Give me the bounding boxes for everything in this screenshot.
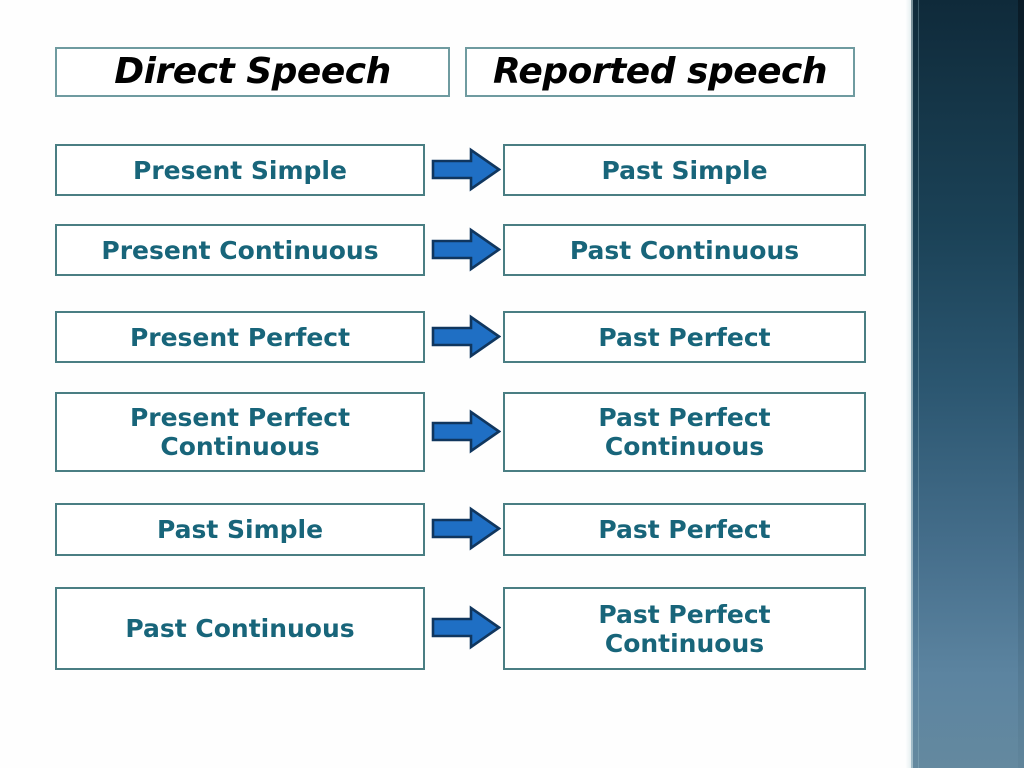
table-row-reported-cell: Past Perfect — [503, 503, 866, 556]
table-row-direct-cell: Present Perfect Continuous — [55, 392, 425, 472]
right-arrow-icon — [431, 147, 501, 192]
table-row-reported-cell: Past Simple — [503, 144, 866, 196]
direct-tense-label: Present Perfect — [129, 322, 351, 352]
reported-tense-label: Past Continuous — [569, 235, 800, 265]
right-arrow-icon — [431, 605, 501, 650]
reported-tense-label: Past Perfect Continuous — [598, 403, 771, 461]
table-row-reported-cell: Past Continuous — [503, 224, 866, 276]
side-panel-right-edge — [1018, 0, 1024, 768]
table-row-direct-cell: Past Continuous — [55, 587, 425, 670]
header-direct-speech-label: Direct Speech — [114, 51, 391, 92]
direct-tense-label: Present Continuous — [101, 235, 379, 265]
slide-canvas: Direct Speech Reported speech Present Si… — [0, 0, 1024, 768]
direct-tense-label: Present Perfect Continuous — [129, 403, 351, 461]
direct-tense-label: Past Continuous — [125, 614, 355, 643]
right-arrow-icon — [431, 314, 501, 359]
reported-tense-label: Past Perfect — [598, 515, 771, 544]
direct-tense-label: Past Simple — [156, 515, 324, 544]
header-direct-speech: Direct Speech — [55, 47, 450, 97]
right-arrow-icon — [431, 227, 501, 272]
table-row-direct-cell: Present Simple — [55, 144, 425, 196]
table-row-direct-cell: Present Perfect — [55, 311, 425, 363]
side-decorative-panel — [911, 0, 1024, 768]
table-row-reported-cell: Past Perfect Continuous — [503, 392, 866, 472]
table-row-direct-cell: Present Continuous — [55, 224, 425, 276]
direct-tense-label: Present Simple — [133, 155, 347, 185]
right-arrow-icon — [431, 409, 501, 454]
reported-tense-label: Past Perfect Continuous — [598, 599, 771, 658]
side-panel-inner-line — [918, 0, 919, 768]
reported-tense-label: Past Perfect — [598, 322, 771, 352]
table-row-reported-cell: Past Perfect Continuous — [503, 587, 866, 670]
table-row-direct-cell: Past Simple — [55, 503, 425, 556]
reported-tense-label: Past Simple — [601, 155, 768, 185]
right-arrow-icon — [431, 506, 501, 551]
header-reported-speech-label: Reported speech — [492, 51, 828, 92]
table-row-reported-cell: Past Perfect — [503, 311, 866, 363]
header-reported-speech: Reported speech — [465, 47, 855, 97]
